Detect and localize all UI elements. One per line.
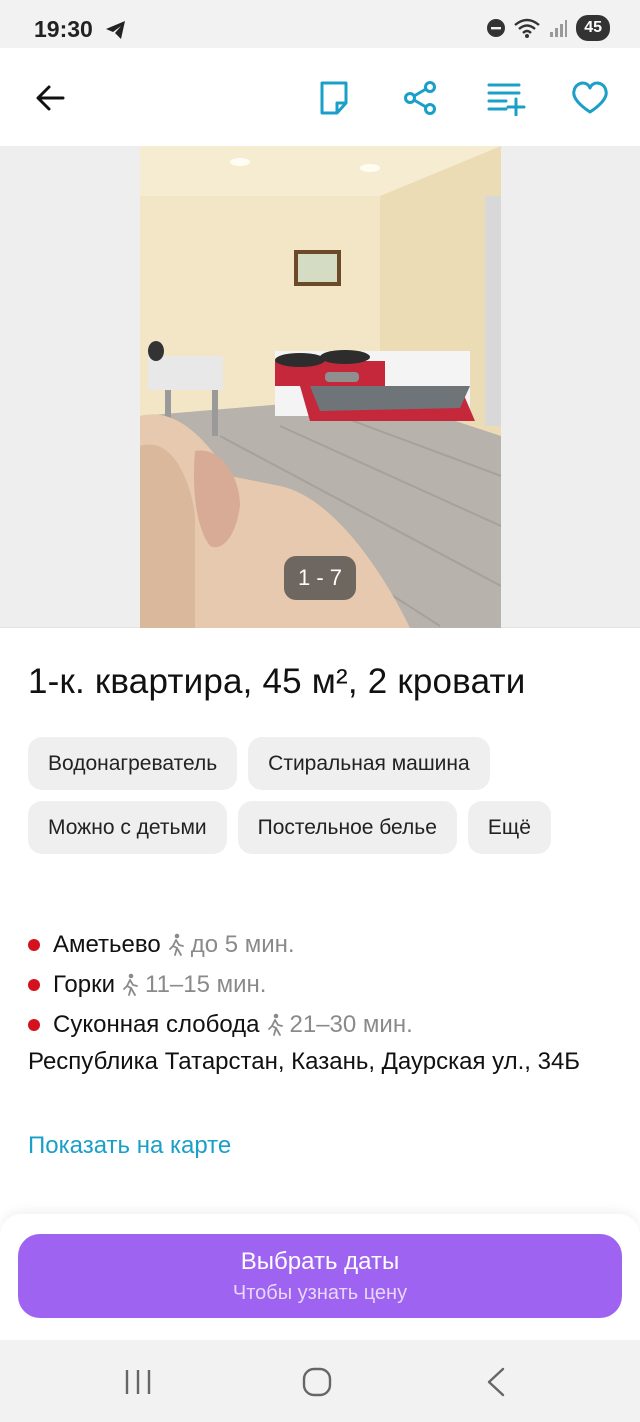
status-icons: 45 <box>486 15 610 41</box>
compare-button[interactable] <box>484 76 528 120</box>
app-bar <box>0 48 640 146</box>
home-button[interactable] <box>297 1362 337 1402</box>
system-back-button[interactable] <box>476 1362 516 1402</box>
note-icon <box>320 81 348 115</box>
amenity-chip[interactable]: Стиральная машина <box>248 737 490 790</box>
more-amenities-chip[interactable]: Ещё <box>467 801 551 854</box>
metro-walk-time: 11–15 мин. <box>145 971 267 998</box>
share-icon <box>404 81 436 115</box>
heart-icon <box>572 81 608 114</box>
walking-icon <box>123 973 138 996</box>
photo-gallery[interactable]: 1 - 7 <box>0 146 640 628</box>
dnd-icon <box>487 19 506 37</box>
photo-counter: 1 - 7 <box>284 556 356 600</box>
address: Республика Татарстан, Казань, Даурская у… <box>28 1048 581 1075</box>
signal-icon <box>550 20 568 37</box>
chip-row: Водонагреватель Стиральная машина <box>28 737 618 790</box>
select-dates-label: Выбрать даты <box>240 1248 400 1275</box>
select-dates-button[interactable]: Выбрать даты Чтобы узнать цену <box>18 1234 622 1318</box>
metro-line-dot <box>28 979 40 991</box>
status-time: 19:30 <box>34 16 93 42</box>
amenity-chip[interactable]: Постельное белье <box>237 801 457 854</box>
metro-station-name: Горки <box>53 971 115 998</box>
home-icon <box>302 1367 332 1397</box>
bottom-panel: Выбрать даты Чтобы узнать цену <box>0 1214 640 1340</box>
recent-apps-button[interactable] <box>118 1362 158 1402</box>
select-dates-sublabel: Чтобы узнать цену <box>232 1282 408 1304</box>
metro-walk-time: 21–30 мин. <box>289 1011 413 1038</box>
amenity-chip[interactable]: Можно с детьми <box>28 801 227 854</box>
system-back-icon <box>487 1367 505 1397</box>
back-arrow-icon <box>36 85 65 111</box>
metro-station-name: Аметьево <box>53 931 161 958</box>
walking-icon <box>267 1013 283 1036</box>
walking-icon <box>168 933 184 956</box>
note-button[interactable] <box>312 76 356 120</box>
metro-line-dot <box>28 939 40 951</box>
listing-title: 1-к. квартира, 45 м², 2 кровати <box>28 662 526 701</box>
amenity-chips: Водонагреватель Стиральная машина Можно … <box>28 737 618 865</box>
metro-item: Горки 11–15 мин. <box>28 965 628 1005</box>
back-button[interactable] <box>28 76 72 120</box>
battery-badge: 45 <box>576 15 610 41</box>
telegram-icon <box>106 21 125 39</box>
share-button[interactable] <box>398 76 442 120</box>
metro-station-name: Суконная слобода <box>53 1011 260 1038</box>
system-nav-bar <box>0 1340 640 1422</box>
wifi-icon <box>514 18 540 38</box>
favorite-button[interactable] <box>568 76 612 120</box>
recent-apps-icon <box>125 1370 151 1394</box>
metro-walk-time: до 5 мин. <box>190 931 295 958</box>
amenity-chip[interactable]: Водонагреватель <box>28 737 238 790</box>
show-on-map-link[interactable]: Показать на карте <box>28 1132 231 1160</box>
metro-item: Суконная слобода 21–30 мин. <box>28 1005 628 1045</box>
metro-line-dot <box>28 1019 40 1031</box>
compare-list-icon <box>487 83 526 116</box>
metro-item: Аметьево до 5 мин. <box>28 925 628 965</box>
metro-list: Аметьево до 5 мин. Горки 11–15 мин. Суко… <box>28 925 628 1045</box>
chip-row: Можно с детьми Постельное белье Ещё <box>28 801 618 854</box>
